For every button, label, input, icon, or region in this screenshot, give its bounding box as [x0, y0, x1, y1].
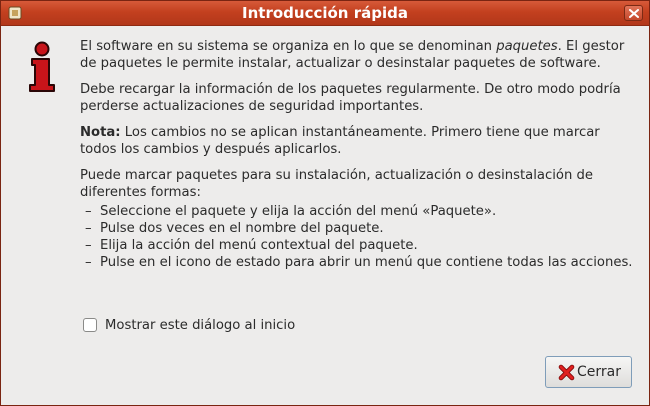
reload-paragraph: Debe recargar la información de los paqu…: [80, 82, 621, 114]
intro-paragraph: El software en su sistema se organiza en…: [80, 39, 625, 71]
note-paragraph: Nota: Los cambios no se aplican instantá…: [80, 125, 600, 157]
list-item: – Pulse dos veces en el nombre del paquet…: [85, 221, 384, 236]
methods-list: – Seleccione el paquete y elija la acción…: [80, 203, 633, 271]
dialog-content: El software en su sistema se organiza en…: [80, 38, 633, 271]
list-item: – Elija la acción del menú contextual del…: [85, 238, 418, 253]
note-label: Nota:: [80, 125, 121, 140]
window-title: Introducción rápida: [242, 4, 408, 22]
dialog-window: Introducción rápida El software en su si…: [0, 0, 650, 406]
list-item: – Pulse en el icono de estado para abrir …: [85, 255, 633, 270]
show-dialog-checkbox[interactable]: [83, 318, 97, 332]
close-button-label: Cerrar: [577, 364, 621, 380]
cancel-x-icon: [558, 364, 575, 381]
paquetes-term: paquetes: [496, 39, 558, 54]
window-close-button[interactable]: [624, 5, 643, 21]
methods-paragraph: Puede marcar paquetes para su instalació…: [80, 168, 594, 200]
close-icon: [629, 9, 639, 18]
close-button[interactable]: Cerrar: [545, 356, 632, 388]
info-icon: [29, 41, 55, 92]
titlebar[interactable]: Introducción rápida: [1, 1, 649, 26]
show-dialog-label[interactable]: Mostrar este diálogo al inicio: [105, 317, 295, 334]
list-item: – Seleccione el paquete y elija la acción…: [85, 204, 497, 219]
